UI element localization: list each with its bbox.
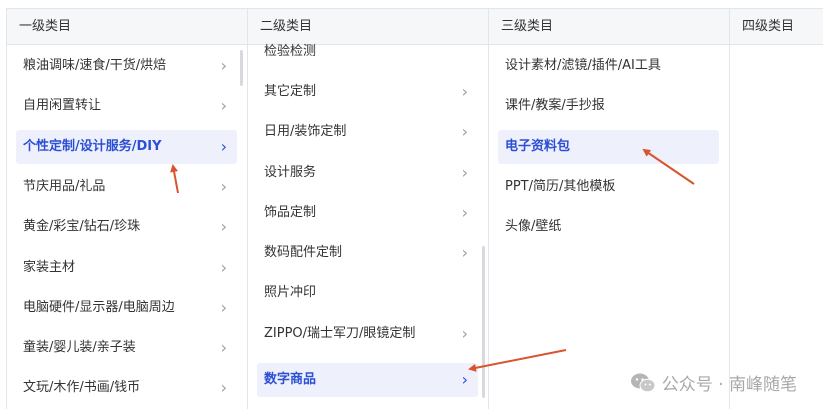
level3-item[interactable]: 设计素材/滤镜/插件/AI工具 [498,49,719,83]
level1-item[interactable]: 节庆用品/礼品 › [16,170,237,204]
wechat-icon [630,372,656,394]
chevron-right-icon: › [461,203,468,222]
chevron-right-icon: › [220,56,227,75]
level3-header: 三级类目 [489,9,729,45]
category-picker: 一级类目 粮油调味/速食/干货/烘焙 › 自用闲置转让 › 个性定制/设计服务/DI… [6,8,823,409]
level2-column: 二级类目 检验检测 其它定制 › 日用/装饰定制 › 设计服务 › 饰品定制 › 数码配… [248,9,489,409]
level2-item[interactable]: 照片冲印 [257,276,478,310]
level3-list[interactable]: 设计素材/滤镜/插件/AI工具 课件/教案/手抄报 电子资料包 PPT/简历/其… [489,46,729,409]
level3-item[interactable]: 头像/壁纸 [498,210,719,244]
level4-header: 四级类目 [730,9,823,45]
level2-item[interactable]: 饰品定制 › [257,196,478,230]
level3-item-selected[interactable]: 电子资料包 [498,130,719,164]
level2-item[interactable]: 其它定制 › [257,75,478,109]
chevron-right-icon: › [220,378,227,397]
level1-item[interactable]: 黄金/彩宝/钻石/珍珠 › [16,210,237,244]
level2-item[interactable]: 日用/装饰定制 › [257,115,478,149]
chevron-right-icon: › [220,217,227,236]
level1-item[interactable]: 电脑硬件/显示器/电脑周边 › [16,291,237,325]
level4-list [730,46,823,409]
level2-item[interactable]: 设计服务 › [257,156,478,190]
level4-column: 四级类目 [730,9,823,409]
level1-list[interactable]: 粮油调味/速食/干货/烘焙 › 自用闲置转让 › 个性定制/设计服务/DIY › 节庆… [7,46,247,409]
chevron-right-icon: › [220,177,227,196]
level2-scrollbar[interactable] [482,246,485,398]
level1-header: 一级类目 [7,9,247,45]
chevron-right-icon: › [220,137,227,156]
level2-item[interactable]: 检验检测 [257,35,478,69]
chevron-right-icon: › [220,258,227,277]
level3-column: 三级类目 设计素材/滤镜/插件/AI工具 课件/教案/手抄报 电子资料包 PPT… [489,9,730,409]
level1-item[interactable]: 自用闲置转让 › [16,89,237,123]
chevron-right-icon: › [461,122,468,141]
level1-item[interactable]: 家装主材 › [16,251,237,285]
level1-column: 一级类目 粮油调味/速食/干货/烘焙 › 自用闲置转让 › 个性定制/设计服务/DI… [7,9,248,409]
level2-item-selected[interactable]: 数字商品 › [257,363,478,397]
level2-list[interactable]: 检验检测 其它定制 › 日用/装饰定制 › 设计服务 › 饰品定制 › 数码配件定制 › … [248,44,488,409]
chevron-right-icon: › [461,370,468,389]
chevron-right-icon: › [220,298,227,317]
chevron-right-icon: › [461,243,468,262]
level1-item[interactable]: 童装/婴儿装/亲子装 › [16,331,237,365]
chevron-right-icon: › [461,324,468,343]
level2-item[interactable]: ZIPPO/瑞士军刀/眼镜定制 › [257,317,478,351]
level3-item[interactable]: PPT/简历/其他模板 [498,170,719,204]
watermark: 公众号 · 南峰随笔 [630,370,797,395]
level1-item[interactable]: 粮油调味/速食/干货/烘焙 › [16,49,237,83]
level2-item[interactable]: 数码配件定制 › [257,236,478,270]
level3-item[interactable]: 课件/教案/手抄报 [498,89,719,123]
level1-scrollbar[interactable] [240,50,243,86]
chevron-right-icon: › [220,96,227,115]
chevron-right-icon: › [461,163,468,182]
level1-item-selected[interactable]: 个性定制/设计服务/DIY › [16,130,237,164]
watermark-text: 公众号 · 南峰随笔 [661,375,797,395]
chevron-right-icon: › [461,82,468,101]
level1-item[interactable]: 文玩/木作/书画/钱币 › [16,371,237,405]
chevron-right-icon: › [220,338,227,357]
